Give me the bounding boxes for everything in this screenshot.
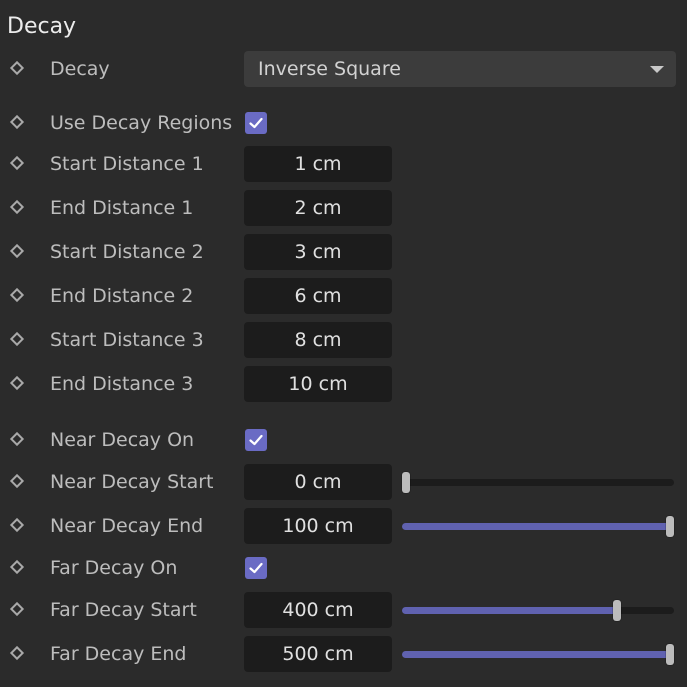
slider-fill	[402, 523, 670, 530]
slider-fill	[402, 607, 618, 614]
keyframe-diamond-icon[interactable]	[9, 645, 25, 661]
slider-thumb[interactable]	[666, 644, 674, 665]
slider-thumb[interactable]	[613, 600, 622, 621]
decay-mode-value: Inverse Square	[258, 58, 401, 80]
start-distance-3-label: Start Distance 3	[50, 329, 204, 351]
use-decay-regions-row: Use Decay Regions	[0, 105, 687, 141]
keyframe-diamond-icon[interactable]	[9, 375, 25, 391]
far-decay-on-checkbox[interactable]	[245, 557, 267, 579]
near-decay-start-field[interactable]: 0 cm	[244, 464, 392, 500]
decay-mode-dropdown[interactable]: Inverse Square	[244, 51, 676, 87]
start-distance-2-field[interactable]: 3 cm	[244, 234, 392, 270]
end-distance-1-label: End Distance 1	[50, 197, 194, 219]
keyframe-diamond-icon[interactable]	[9, 559, 25, 575]
checkmark-icon	[249, 434, 263, 446]
near-decay-end-row: Near Decay End 100 cm	[0, 508, 687, 544]
far-decay-on-row: Far Decay On	[0, 550, 687, 586]
near-decay-end-label: Near Decay End	[50, 515, 204, 537]
end-distance-3-field[interactable]: 10 cm	[244, 366, 392, 402]
start-distance-1-label: Start Distance 1	[50, 153, 204, 175]
chevron-down-icon	[650, 66, 664, 73]
section-title: Decay	[7, 14, 77, 39]
end-distance-2-label: End Distance 2	[50, 285, 194, 307]
region-row: End Distance 1 2 cm	[0, 190, 687, 226]
keyframe-diamond-icon[interactable]	[9, 243, 25, 259]
far-decay-end-field[interactable]: 500 cm	[244, 636, 392, 672]
region-row: End Distance 2 6 cm	[0, 278, 687, 314]
near-decay-end-slider[interactable]	[402, 516, 674, 537]
slider-thumb[interactable]	[402, 472, 410, 493]
slider-thumb[interactable]	[666, 516, 674, 537]
start-distance-3-field[interactable]: 8 cm	[244, 322, 392, 358]
near-decay-start-row: Near Decay Start 0 cm	[0, 464, 687, 500]
region-row: Start Distance 3 8 cm	[0, 322, 687, 358]
near-decay-on-checkbox[interactable]	[245, 429, 267, 451]
use-decay-regions-label: Use Decay Regions	[50, 112, 233, 134]
far-decay-end-slider[interactable]	[402, 644, 674, 665]
keyframe-diamond-icon[interactable]	[9, 114, 25, 130]
far-decay-start-field[interactable]: 400 cm	[244, 592, 392, 628]
keyframe-diamond-icon[interactable]	[9, 431, 25, 447]
slider-track	[402, 479, 674, 486]
start-distance-2-label: Start Distance 2	[50, 241, 204, 263]
keyframe-diamond-icon[interactable]	[9, 199, 25, 215]
far-decay-start-label: Far Decay Start	[50, 599, 197, 621]
keyframe-diamond-icon[interactable]	[9, 287, 25, 303]
decay-mode-row: Decay Inverse Square	[0, 51, 687, 87]
start-distance-1-field[interactable]: 1 cm	[244, 146, 392, 182]
use-decay-regions-checkbox[interactable]	[245, 112, 267, 134]
region-row: End Distance 3 10 cm	[0, 366, 687, 402]
near-decay-start-slider[interactable]	[402, 472, 674, 493]
keyframe-diamond-icon[interactable]	[9, 517, 25, 533]
far-decay-on-label: Far Decay On	[50, 557, 178, 579]
near-decay-on-row: Near Decay On	[0, 422, 687, 458]
checkmark-icon	[249, 117, 263, 129]
keyframe-diamond-icon[interactable]	[9, 601, 25, 617]
far-decay-end-label: Far Decay End	[50, 643, 187, 665]
end-distance-3-label: End Distance 3	[50, 373, 194, 395]
keyframe-diamond-icon[interactable]	[9, 331, 25, 347]
far-decay-start-slider[interactable]	[402, 600, 674, 621]
decay-mode-label: Decay	[50, 58, 110, 80]
near-decay-start-label: Near Decay Start	[50, 471, 214, 493]
region-row: Start Distance 1 1 cm	[0, 146, 687, 182]
keyframe-diamond-icon[interactable]	[9, 473, 25, 489]
end-distance-1-field[interactable]: 2 cm	[244, 190, 392, 226]
keyframe-diamond-icon[interactable]	[9, 60, 25, 76]
end-distance-2-field[interactable]: 6 cm	[244, 278, 392, 314]
keyframe-diamond-icon[interactable]	[9, 155, 25, 171]
far-decay-start-row: Far Decay Start 400 cm	[0, 592, 687, 628]
region-row: Start Distance 2 3 cm	[0, 234, 687, 270]
slider-fill	[402, 651, 670, 658]
near-decay-on-label: Near Decay On	[50, 429, 195, 451]
checkmark-icon	[249, 562, 263, 574]
far-decay-end-row: Far Decay End 500 cm	[0, 636, 687, 672]
near-decay-end-field[interactable]: 100 cm	[244, 508, 392, 544]
